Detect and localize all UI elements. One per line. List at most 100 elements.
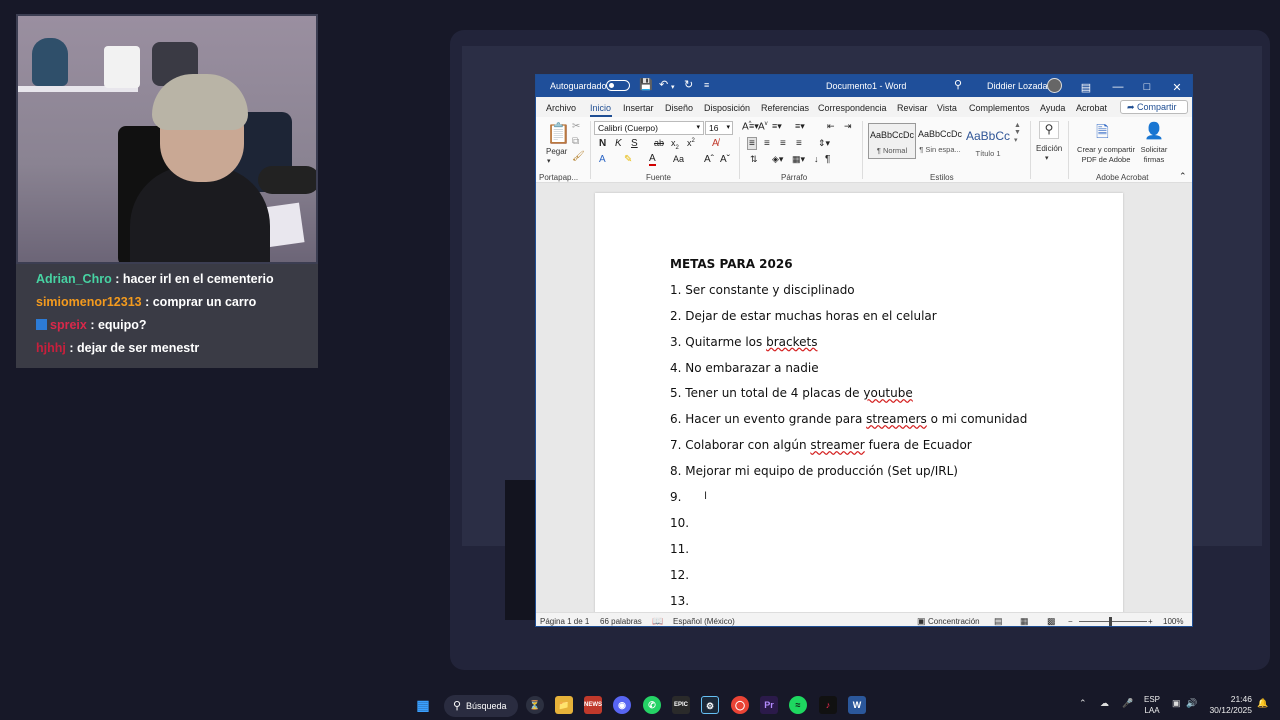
- align-right-icon[interactable]: ≡: [780, 138, 786, 149]
- tiktok-icon[interactable]: ♪: [819, 696, 837, 714]
- request-signatures-button[interactable]: Solicitar firmas: [1134, 145, 1174, 165]
- share-button[interactable]: ➦ Compartir: [1120, 100, 1188, 114]
- grow-case-icon[interactable]: Aˆ: [704, 154, 714, 165]
- print-layout-icon[interactable]: ▦: [1020, 616, 1029, 626]
- request-signatures-icon[interactable]: 👤: [1144, 121, 1164, 141]
- search-button[interactable]: ⚲ Búsqueda: [444, 695, 518, 717]
- read-mode-icon[interactable]: ▤: [994, 616, 1003, 626]
- format-painter-icon[interactable]: 🖌: [572, 151, 585, 162]
- tab-disposición[interactable]: Disposición: [704, 103, 750, 113]
- shrink-font-icon[interactable]: Av: [758, 121, 768, 132]
- file-explorer-icon[interactable]: 📁: [555, 696, 573, 714]
- steam-icon[interactable]: ⚙: [701, 696, 719, 714]
- style-option[interactable]: AaBbCc Título 1: [964, 123, 1012, 159]
- collapse-ribbon-icon[interactable]: ⌃: [1179, 171, 1187, 182]
- subscript-button[interactable]: x2: [671, 138, 679, 151]
- editing-button[interactable]: Edición: [1036, 144, 1062, 153]
- highlight-icon[interactable]: ✎: [624, 154, 632, 165]
- tab-correspondencia[interactable]: Correspondencia: [818, 103, 887, 113]
- list-item[interactable]: 5. Tener un total de 4 placas de youtube: [670, 386, 1027, 412]
- word-count[interactable]: 66 palabras: [600, 617, 642, 626]
- chat-username[interactable]: hjhhj: [36, 341, 66, 355]
- list-item[interactable]: 10.: [670, 516, 1027, 542]
- align-center-icon[interactable]: ≡: [764, 138, 770, 149]
- list-item[interactable]: 1. Ser constante y disciplinado: [670, 283, 1027, 309]
- decrease-indent-icon[interactable]: ⇤: [827, 121, 835, 132]
- chat-username[interactable]: Adrian_Chro: [36, 272, 112, 286]
- app-icon-1[interactable]: ⏳: [526, 696, 544, 714]
- chat-username[interactable]: simiomenor12313: [36, 295, 142, 309]
- save-icon[interactable]: 💾: [639, 78, 653, 92]
- cut-icon[interactable]: ✂: [572, 121, 580, 132]
- focus-button[interactable]: Concentración: [928, 617, 980, 626]
- list-item[interactable]: 8. Mejorar mi equipo de producción (Set …: [670, 464, 1027, 490]
- sort-icon[interactable]: ⇅: [750, 154, 758, 165]
- tab-revisar[interactable]: Revisar: [897, 103, 928, 113]
- font-name-select[interactable]: Calibri (Cuerpo) ▾: [594, 121, 704, 135]
- sort-az-icon[interactable]: ↓: [814, 154, 819, 164]
- tab-vista[interactable]: Vista: [937, 103, 957, 113]
- minimize-icon[interactable]: —: [1108, 81, 1128, 93]
- bullets-icon[interactable]: ≡▾: [749, 121, 759, 132]
- multilevel-icon[interactable]: ≡▾: [795, 121, 805, 132]
- zoom-out-icon[interactable]: −: [1068, 617, 1073, 626]
- whatsapp-icon[interactable]: ✆: [643, 696, 661, 714]
- change-case-icon[interactable]: Aa: [673, 154, 684, 164]
- avatar[interactable]: [1047, 78, 1062, 93]
- microphone-icon[interactable]: 🎤: [1122, 698, 1133, 709]
- zoom-slider-thumb[interactable]: [1109, 617, 1112, 626]
- create-pdf-icon[interactable]: 🗎: [1096, 121, 1109, 148]
- list-item[interactable]: 3. Quitarme los brackets: [670, 335, 1027, 361]
- text-effects-icon[interactable]: A: [599, 154, 606, 165]
- chat-username[interactable]: spreix: [50, 318, 87, 332]
- web-layout-icon[interactable]: ▩: [1047, 616, 1056, 626]
- copy-icon[interactable]: ⧉: [572, 136, 579, 147]
- align-left-icon[interactable]: ≡: [747, 137, 757, 150]
- premiere-icon[interactable]: Pr: [760, 696, 778, 714]
- spotify-icon[interactable]: ≈: [789, 696, 807, 714]
- font-color-icon[interactable]: A: [649, 154, 656, 166]
- search-icon[interactable]: ⚲: [954, 78, 962, 92]
- list-item[interactable]: 6. Hacer un evento grande para streamers…: [670, 412, 1027, 438]
- list-item[interactable]: 7. Colaborar con algún streamer fuera de…: [670, 438, 1027, 464]
- tab-diseño[interactable]: Diseño: [665, 103, 693, 113]
- news-app-icon[interactable]: NEWS: [584, 696, 602, 714]
- strikethrough-button[interactable]: ab: [654, 138, 664, 148]
- shrink-case-icon[interactable]: Aˇ: [720, 154, 730, 165]
- styles-scroll-icon[interactable]: ▲ ▼ ▾: [1014, 122, 1021, 144]
- style-option[interactable]: AaBbCcDc ¶ Sin espa...: [916, 123, 964, 159]
- start-icon[interactable]: ▦: [414, 696, 432, 714]
- style-option[interactable]: AaBbCcDc ¶ Normal: [868, 123, 916, 159]
- undo-icon[interactable]: ↶: [659, 78, 668, 92]
- proofing-icon[interactable]: 📖: [652, 616, 663, 626]
- tray-chevron-icon[interactable]: ⌃: [1079, 698, 1087, 709]
- word-window[interactable]: Autoguardado 💾 ↶ ▾ ↻ ≡ Documento1 - Word…: [535, 74, 1193, 627]
- document-page[interactable]: METAS PARA 2026 1. Ser constante y discip…: [595, 193, 1123, 623]
- autosave-toggle[interactable]: [606, 80, 630, 91]
- word-icon[interactable]: W: [848, 696, 866, 714]
- close-icon[interactable]: ✕: [1167, 81, 1187, 94]
- list-item[interactable]: 2. Dejar de estar muchas horas en el cel…: [670, 309, 1027, 335]
- justify-icon[interactable]: ≡: [796, 138, 802, 149]
- bold-button[interactable]: N: [599, 138, 606, 149]
- customize-toolbar-icon[interactable]: ≡: [704, 78, 709, 92]
- tab-complementos[interactable]: Complementos: [969, 103, 1030, 113]
- epic-games-icon[interactable]: EPIC: [672, 696, 690, 714]
- maximize-icon[interactable]: □: [1137, 81, 1157, 93]
- document-heading[interactable]: METAS PARA 2026: [670, 257, 1027, 283]
- tab-insertar[interactable]: Insertar: [623, 103, 654, 113]
- volume-icon[interactable]: 🔊: [1186, 698, 1197, 709]
- network-icon[interactable]: ▣: [1172, 698, 1181, 709]
- paste-icon[interactable]: 📋: [546, 121, 571, 146]
- chrome-icon[interactable]: ◯: [731, 696, 749, 714]
- notification-bell-icon[interactable]: 🔔: [1257, 698, 1268, 709]
- zoom-level[interactable]: 100%: [1163, 617, 1183, 626]
- page-count[interactable]: Página 1 de 1: [540, 617, 589, 626]
- undo-dropdown-icon[interactable]: ▾: [671, 81, 675, 95]
- line-spacing-icon[interactable]: ⇕▾: [818, 138, 830, 149]
- clear-format-icon[interactable]: A̸: [712, 138, 719, 149]
- show-marks-icon[interactable]: ¶: [825, 154, 830, 165]
- borders-icon[interactable]: ▦▾: [792, 154, 805, 165]
- superscript-button[interactable]: x2: [687, 138, 695, 148]
- find-icon[interactable]: ⚲: [1039, 121, 1059, 139]
